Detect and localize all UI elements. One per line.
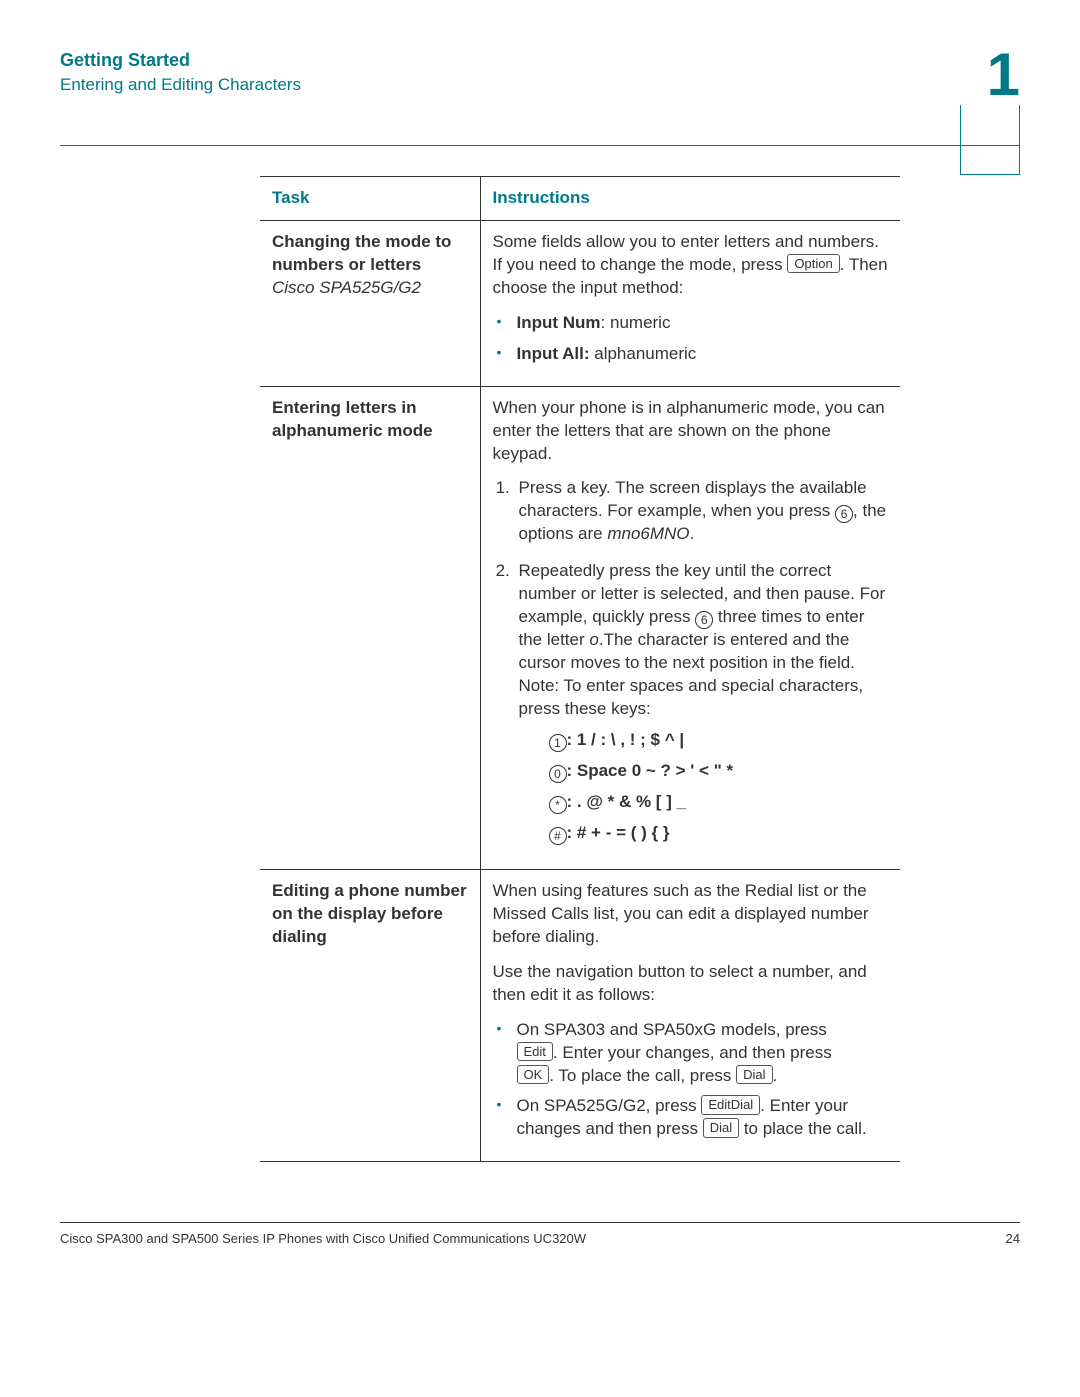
col-instructions: Instructions [480, 177, 900, 221]
section-title: Getting Started [60, 50, 1020, 71]
header-rule [60, 145, 1020, 146]
task-model: Cisco SPA525G/G2 [272, 278, 421, 297]
key-hash-icon: # [549, 827, 567, 845]
list-item: Input All: alphanumeric [493, 343, 889, 366]
task-title: Changing the mode to numbers or letters [272, 232, 451, 274]
softkey-editdial: EditDial [701, 1095, 760, 1115]
key-6-icon: 6 [695, 611, 713, 629]
footer-text: Cisco SPA300 and SPA500 Series IP Phones… [60, 1231, 586, 1246]
list-item: Input Num: numeric [493, 312, 889, 335]
task-title: Entering letters in alphanumeric mode [272, 398, 433, 440]
list-item: On SPA525G/G2, press EditDial. Enter you… [493, 1095, 889, 1141]
key-0-icon: 0 [549, 765, 567, 783]
softkey-ok: OK [517, 1065, 550, 1085]
table-row: Changing the mode to numbers or letters … [260, 220, 900, 386]
key-1-line: 1: 1 / : \ , ! ; $ ^ | [549, 729, 889, 752]
table-row: Editing a phone number on the display be… [260, 869, 900, 1161]
step-1: Press a key. The screen displays the ava… [515, 477, 889, 546]
instr-text: Use the navigation button to select a nu… [493, 961, 889, 1007]
list-item: On SPA303 and SPA50xG models, press Edit… [493, 1019, 889, 1088]
key-star-line: *: . @ * & % [ ] _ [549, 791, 889, 814]
key-1-icon: 1 [549, 734, 567, 752]
chapter-box [960, 105, 1020, 175]
instr-text: When your phone is in alphanumeric mode,… [493, 397, 889, 466]
table-row: Entering letters in alphanumeric mode Wh… [260, 386, 900, 869]
softkey-edit: Edit [517, 1042, 553, 1062]
key-star-icon: * [549, 796, 567, 814]
instructions-table: Task Instructions Changing the mode to n… [260, 176, 900, 1162]
col-task: Task [260, 177, 480, 221]
section-subtitle: Entering and Editing Characters [60, 75, 1020, 95]
step-2: Repeatedly press the key until the corre… [515, 560, 889, 845]
key-0-line: 0: Space 0 ~ ? > ' < " * [549, 760, 889, 783]
softkey-option: Option [787, 254, 839, 274]
key-6-icon: 6 [835, 505, 853, 523]
instr-text: When using features such as the Redial l… [493, 880, 889, 949]
task-title: Editing a phone number on the display be… [272, 881, 467, 946]
key-hash-line: #: # + - = ( ) { } [549, 822, 889, 845]
softkey-dial: Dial [736, 1065, 772, 1085]
softkey-dial: Dial [703, 1118, 739, 1138]
page-footer: Cisco SPA300 and SPA500 Series IP Phones… [60, 1222, 1020, 1246]
instr-text: Some fields allow you to enter letters a… [493, 231, 889, 300]
page-header: Getting Started Entering and Editing Cha… [60, 50, 1020, 95]
chapter-number: 1 [987, 40, 1020, 109]
page-number: 24 [1006, 1231, 1020, 1246]
